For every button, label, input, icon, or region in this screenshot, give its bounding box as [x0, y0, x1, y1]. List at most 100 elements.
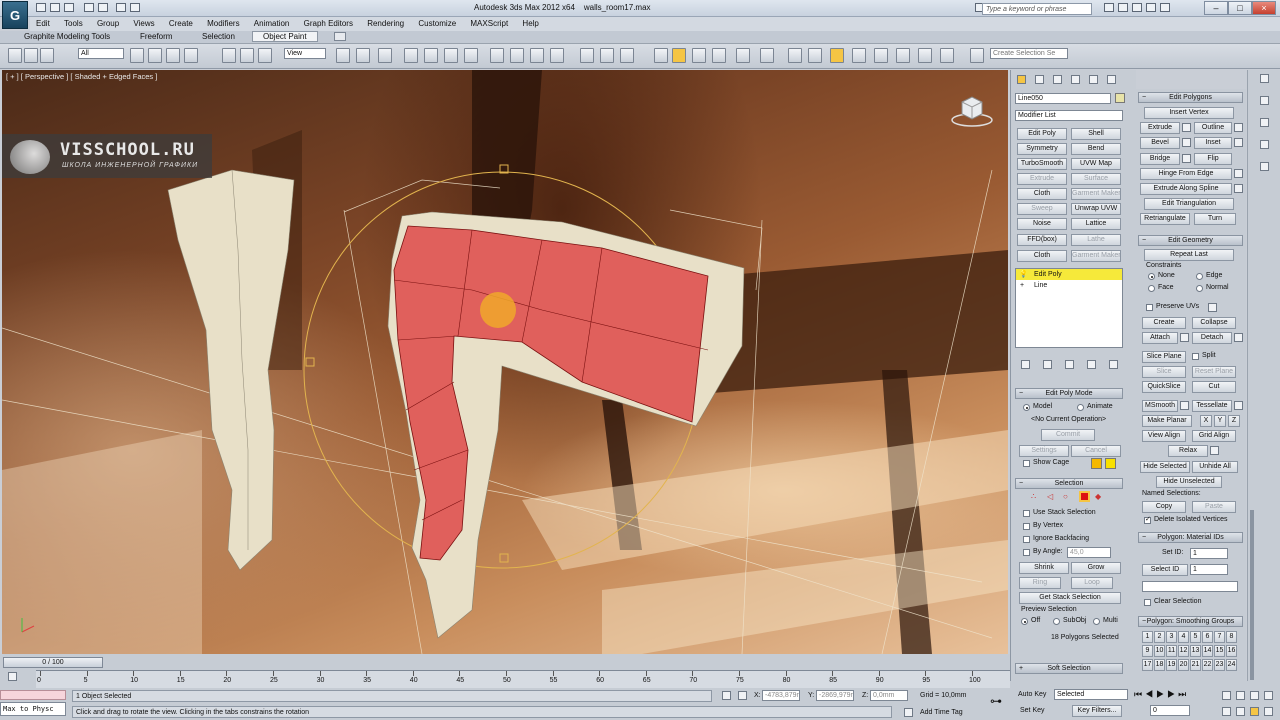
graphite-tool-3-icon[interactable] — [808, 48, 822, 63]
menu-customize[interactable]: Customize — [412, 17, 462, 28]
side-tool-1-icon[interactable] — [1260, 74, 1269, 83]
utilities-tab-icon[interactable] — [1107, 75, 1116, 84]
attach-button[interactable]: Attach — [1142, 332, 1178, 344]
relax-button[interactable]: Relax — [1168, 445, 1208, 457]
make-unique-icon[interactable] — [1065, 360, 1074, 369]
smoothing-group-button[interactable]: 9 — [1142, 645, 1153, 657]
window-crossing-icon[interactable] — [184, 48, 198, 63]
side-tool-4-icon[interactable] — [1260, 140, 1269, 149]
percent-snap-icon[interactable] — [444, 48, 458, 63]
tab-freeform[interactable]: Freeform — [140, 32, 172, 41]
ribbon-toggle-icon[interactable] — [334, 32, 346, 41]
side-tool-5-icon[interactable] — [1260, 162, 1269, 171]
reference-coordinate-dropdown[interactable]: View — [284, 48, 326, 59]
model-radio[interactable] — [1023, 404, 1030, 411]
unlink-icon[interactable] — [24, 48, 38, 63]
zoom-all-icon[interactable] — [1236, 691, 1245, 700]
modifier-button[interactable]: Noise — [1017, 218, 1067, 230]
hide-selected-button[interactable]: Hide Selected — [1140, 461, 1190, 473]
material-editor-icon[interactable] — [620, 48, 634, 63]
menu-group[interactable]: Group — [91, 17, 125, 28]
select-link-icon[interactable] — [8, 48, 22, 63]
key-mode-dropdown[interactable]: Selected — [1054, 689, 1128, 700]
bevel-settings-icon[interactable] — [1182, 138, 1191, 147]
animate-radio[interactable] — [1077, 404, 1084, 411]
spinner-snap-toggle-icon[interactable] — [712, 48, 726, 63]
project-folder-icon[interactable] — [130, 3, 140, 12]
modifier-button[interactable]: Garment Maker — [1071, 188, 1121, 200]
configure-sets-icon[interactable] — [1109, 360, 1118, 369]
make-planar-button[interactable]: Make Planar — [1142, 415, 1192, 427]
clear-selection-checkbox[interactable] — [1144, 599, 1151, 606]
edit-poly-mode-rollout[interactable]: − Edit Poly Mode — [1015, 388, 1123, 399]
smoothing-group-button[interactable]: 3 — [1166, 631, 1177, 643]
set-id-spinner[interactable]: 1 — [1190, 548, 1228, 559]
subscription-icon[interactable] — [1118, 3, 1128, 12]
modifier-button[interactable]: Sweep — [1017, 203, 1067, 215]
xy-constraint-icon[interactable] — [760, 48, 774, 63]
key-filters-button[interactable]: Key Filters... — [1072, 705, 1122, 717]
modifier-button[interactable]: Surface — [1071, 173, 1121, 185]
rotate-icon[interactable] — [240, 48, 254, 63]
angle-snap-active-icon[interactable] — [672, 48, 686, 63]
constraint-none-radio[interactable] — [1148, 273, 1155, 280]
hinge-from-edge-button[interactable]: Hinge From Edge — [1140, 168, 1232, 180]
create-button[interactable]: Create — [1142, 317, 1186, 329]
remove-modifier-icon[interactable] — [1087, 360, 1096, 369]
edit-polygons-rollout[interactable]: − Edit Polygons — [1138, 92, 1243, 103]
constraint-face-radio[interactable] — [1148, 285, 1155, 292]
turn-button[interactable]: Turn — [1194, 213, 1236, 225]
cage-selected-color-swatch[interactable] — [1105, 458, 1116, 469]
angle-spinner[interactable]: 45,0 — [1067, 547, 1111, 558]
communication-center-icon[interactable] — [1132, 3, 1142, 12]
smoothing-group-button[interactable]: 13 — [1190, 645, 1201, 657]
by-vertex-checkbox[interactable] — [1023, 523, 1030, 530]
select-id-button[interactable]: Select ID — [1142, 564, 1188, 576]
show-cage-checkbox[interactable] — [1023, 460, 1030, 467]
modifier-list-dropdown[interactable]: Modifier List — [1015, 110, 1123, 121]
zoom-extents-icon[interactable] — [1250, 691, 1259, 700]
expand-icon[interactable]: + — [1020, 280, 1024, 291]
outline-button[interactable]: Outline — [1194, 122, 1232, 134]
graphite-tool-2-icon[interactable] — [788, 48, 802, 63]
viewcube-icon[interactable] — [950, 94, 994, 128]
time-tag-icon[interactable] — [904, 708, 913, 717]
smoothing-group-button[interactable]: 12 — [1178, 645, 1189, 657]
split-checkbox[interactable] — [1192, 353, 1199, 360]
modifier-button[interactable]: Bend — [1071, 143, 1121, 155]
constraint-edge-radio[interactable] — [1196, 273, 1203, 280]
copy-button[interactable]: Copy — [1142, 501, 1186, 513]
collapse-button[interactable]: Collapse — [1192, 317, 1236, 329]
modifier-button[interactable]: FFD(box) — [1017, 234, 1067, 246]
percent-snap-toggle-icon[interactable] — [692, 48, 706, 63]
spinner-snap-icon[interactable] — [464, 48, 478, 63]
z-coordinate-field[interactable]: 0,0mm — [870, 690, 908, 701]
paste-button[interactable]: Paste — [1192, 501, 1236, 513]
preserve-uvs-settings-icon[interactable] — [1208, 303, 1217, 312]
playback-controls[interactable]: ⏮◀▶▶⏭ — [1134, 689, 1214, 701]
smoothing-group-button[interactable]: 11 — [1166, 645, 1177, 657]
modifier-button[interactable]: Unwrap UVW — [1071, 203, 1121, 215]
stack-item-line[interactable]: + Line — [1016, 280, 1122, 291]
inset-button[interactable]: Inset — [1194, 137, 1232, 149]
smoothing-group-button[interactable]: 4 — [1178, 631, 1189, 643]
select-id-spinner[interactable]: 1 — [1190, 564, 1228, 575]
graphite-tool-1-icon[interactable] — [736, 48, 750, 63]
motion-tab-icon[interactable] — [1071, 75, 1080, 84]
modifier-button[interactable]: Lattice — [1071, 218, 1121, 230]
scale-icon[interactable] — [258, 48, 272, 63]
timeline-track[interactable]: 0 5 10 15 20 25 30 35 40 45 50 55 60 65 70 75 80 85 90 95 10… — [36, 670, 1010, 688]
soft-selection-rollout[interactable]: + Soft Selection — [1015, 663, 1123, 674]
menu-modifiers[interactable]: Modifiers — [201, 17, 245, 28]
cancel-button[interactable]: Cancel — [1071, 445, 1121, 457]
lightbulb-icon[interactable]: 💡 — [1019, 269, 1028, 280]
modifier-button[interactable]: Symmetry — [1017, 143, 1067, 155]
detach-settings-icon[interactable] — [1234, 333, 1243, 342]
binoculars-icon[interactable] — [1104, 3, 1114, 12]
shrink-button[interactable]: Shrink — [1019, 562, 1069, 574]
named-selection-set-dropdown[interactable]: Create Selection Se — [990, 48, 1068, 59]
hold-icon[interactable] — [116, 3, 126, 12]
modifier-button[interactable]: Garment Maker — [1071, 250, 1121, 262]
side-tool-3-icon[interactable] — [1260, 118, 1269, 127]
preview-multi-radio[interactable] — [1093, 618, 1100, 625]
